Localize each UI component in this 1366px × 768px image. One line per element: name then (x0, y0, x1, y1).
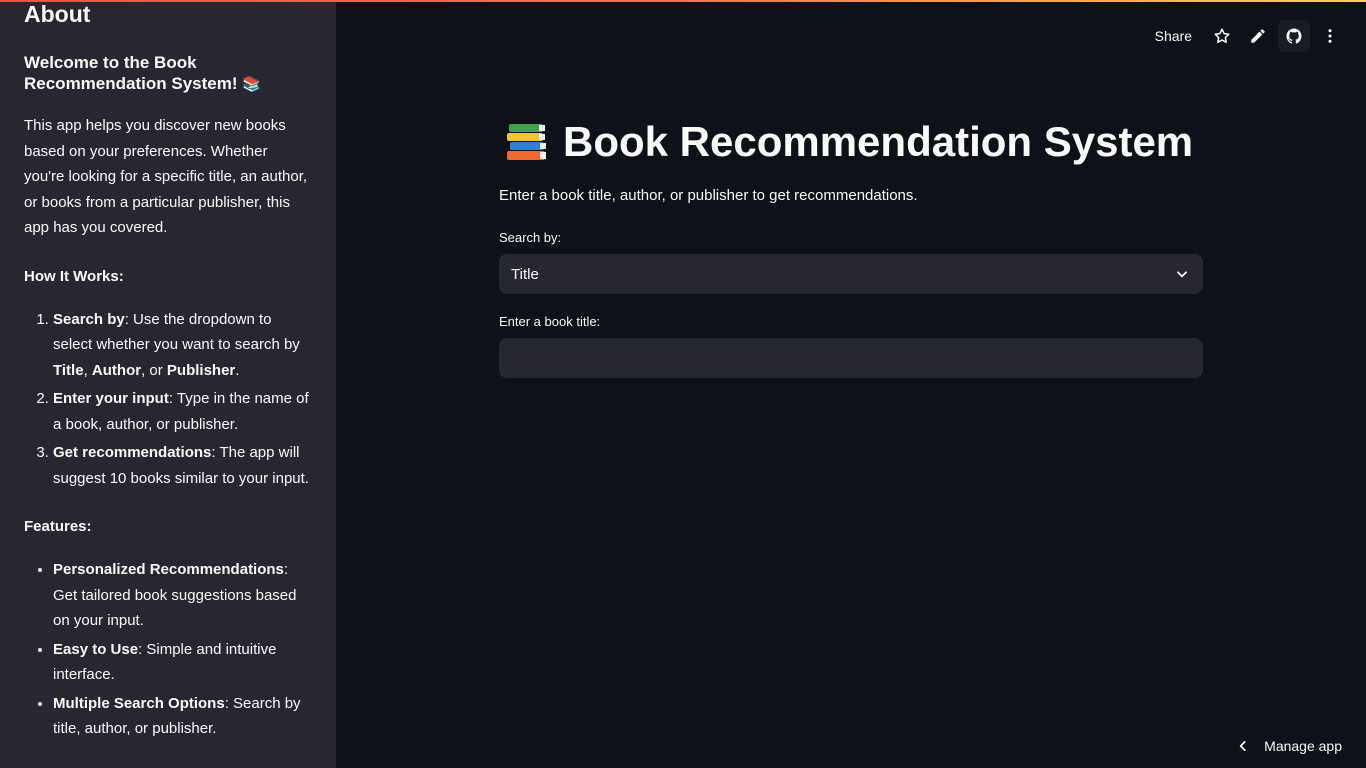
github-icon[interactable] (1278, 20, 1310, 52)
how-it-works-list: Search by: Use the dropdown to select wh… (24, 307, 312, 492)
page-subtitle: Enter a book title, author, or publisher… (499, 187, 918, 204)
feature-bold: Multiple Search Options (53, 694, 225, 712)
feature-bold: Personalized Recommendations (53, 561, 284, 578)
features-list: Personalized Recommendations: Get tailor… (24, 557, 312, 742)
book-title-input[interactable] (499, 338, 1203, 378)
star-icon[interactable] (1206, 20, 1238, 52)
search-by-select[interactable]: Title (499, 254, 1203, 294)
step-sep: , (83, 361, 92, 379)
search-by-label: Search by: (499, 230, 562, 245)
list-item: Easy to Use: Simple and intuitive interf… (53, 637, 312, 688)
books-emoji-icon: 📚 (242, 76, 261, 93)
list-item: Personalized Recommendations: Get tailor… (53, 557, 312, 634)
sidebar-intro: This app helps you discover new books ba… (24, 117, 308, 236)
list-item: Enter your input: Type in the name of a … (53, 386, 312, 437)
top-decoration-bar (0, 0, 1366, 2)
more-vert-icon[interactable] (1314, 20, 1346, 52)
share-button[interactable]: Share (1145, 20, 1202, 52)
list-item: Search by: Use the dropdown to select wh… (53, 307, 312, 384)
title-row: Book Recommendation System (505, 116, 1193, 168)
step-end: . (235, 361, 240, 379)
sidebar-welcome: Welcome to the Book Recommendation Syste… (24, 52, 312, 95)
step-bold-author: Author (91, 361, 142, 379)
step-bold: Search by (53, 310, 125, 328)
manage-app-button[interactable]: Manage app (1236, 738, 1342, 754)
sidebar-welcome-text: Welcome to the Book Recommendation Syste… (24, 53, 238, 93)
sidebar: About Welcome to the Book Recommendation… (0, 0, 336, 768)
chevron-left-icon (1239, 741, 1246, 751)
step-sep: , or (141, 361, 167, 379)
features-heading: Features: (24, 518, 92, 535)
pencil-icon[interactable] (1242, 20, 1274, 52)
how-it-works-heading: How It Works: (24, 267, 124, 285)
list-item: Multiple Search Options: Search by title… (53, 691, 312, 742)
header-toolbar: Share (1145, 20, 1346, 52)
chevron-down-icon (1177, 271, 1187, 278)
step-bold-title: Title (53, 361, 84, 379)
step-bold-publisher: Publisher (166, 361, 236, 379)
books-icon (507, 124, 546, 160)
sidebar-heading: About (24, 1, 91, 27)
search-by-value: Title (511, 265, 539, 283)
list-item: Get recommendations: The app will sugges… (53, 440, 312, 491)
step-bold: Enter your input (53, 390, 169, 407)
step-bold: Get recommendations (53, 444, 212, 461)
manage-app-label: Manage app (1264, 738, 1342, 754)
page-title: Book Recommendation System (563, 118, 1194, 165)
feature-bold: Easy to Use (53, 640, 139, 658)
book-title-label: Enter a book title: (499, 314, 601, 329)
